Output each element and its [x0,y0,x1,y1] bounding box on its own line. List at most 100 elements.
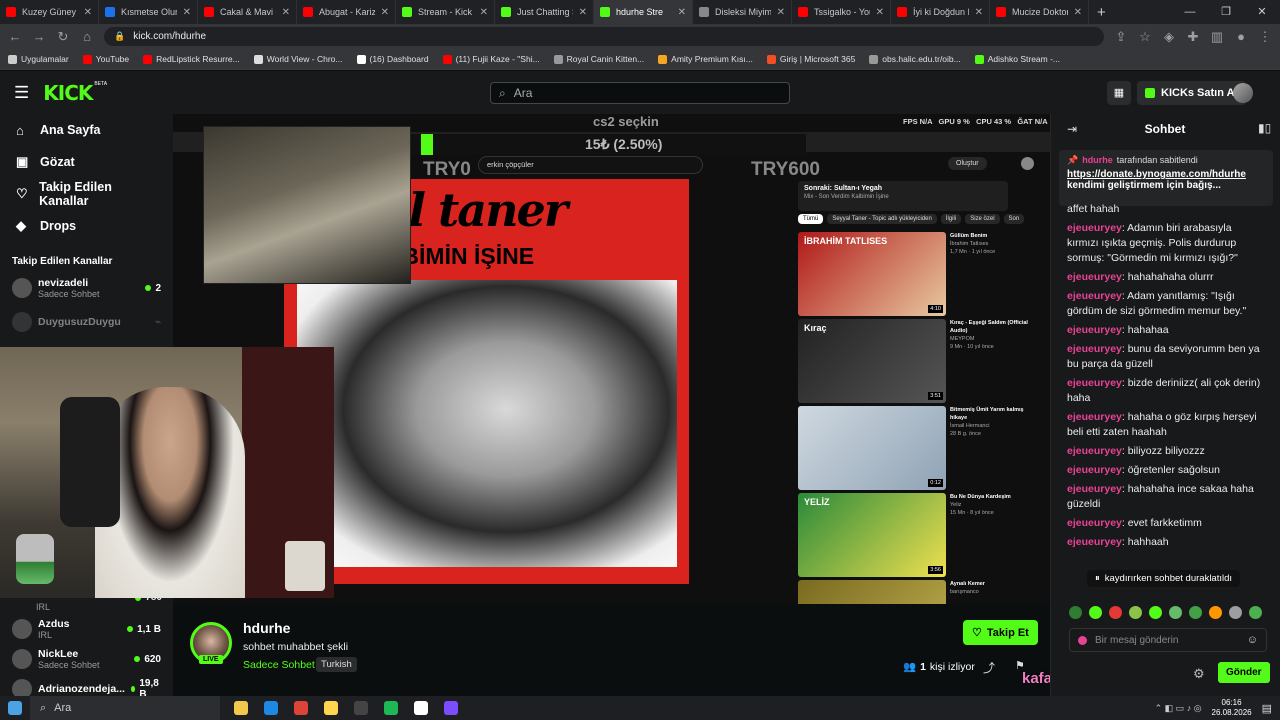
new-tab-button[interactable]: + [1089,0,1114,24]
forward-icon[interactable]: → [32,29,46,44]
bookmark-item[interactable]: RedLipstick Resurre... [143,54,240,64]
bookmark-item[interactable]: (11) Fujii Kaze - "Shi... [442,54,540,64]
bookmark-item[interactable]: World View - Chro... [253,54,343,64]
close-window-button[interactable]: ✕ [1244,0,1280,24]
chrome-icon[interactable] [286,696,316,720]
tab-close-icon[interactable]: ✕ [777,7,785,18]
start-icon[interactable] [0,696,30,720]
share-icon[interactable]: ⇪ [1114,29,1128,45]
hamburger-menu-icon[interactable]: ☰ [14,83,29,103]
emote-icon[interactable] [1109,606,1122,619]
emote-icon[interactable] [1149,606,1162,619]
emote-icon[interactable] [1209,606,1222,619]
language-tag[interactable]: Turkish [316,657,357,672]
extension-icon[interactable]: ◈ [1162,29,1176,45]
browser-tab[interactable]: Kısmetse Olur: A ✕ [99,0,198,24]
recommended-channel[interactable]: Azdus IRL 1,1 B [0,614,173,644]
taskbar-search[interactable]: ⌕ Ara [30,696,220,720]
tab-close-icon[interactable]: ✕ [678,7,686,18]
emote-icon[interactable] [1189,606,1202,619]
chat-username[interactable]: ejeueuryey [1067,377,1122,389]
chat-username[interactable]: ejeueuryey [1067,324,1122,336]
chat-username[interactable]: ejeueuryey [1067,290,1122,302]
extensions-puzzle-icon[interactable]: ✚ [1186,29,1200,45]
browser-tab[interactable]: Disleksi Miyim ✕ [693,0,792,24]
browser-tab[interactable]: Mucize Doktor ✕ [990,0,1089,24]
user-avatar[interactable] [1233,83,1253,103]
chat-input[interactable]: Bir mesaj gönderin ☺ [1069,628,1267,652]
chat-message[interactable]: affet hahah [1051,200,1279,219]
address-bar[interactable]: 🔒 kick.com/hdurhe [104,27,1104,46]
tab-close-icon[interactable]: ✕ [84,7,92,18]
chat-username[interactable]: ejeueuryey [1067,536,1122,548]
tab-close-icon[interactable]: ✕ [183,7,191,18]
emote-icon[interactable] [1229,606,1242,619]
file-explorer-icon[interactable] [226,696,256,720]
browser-tab[interactable]: Stream - Kick D ✕ [396,0,495,24]
emote-icon[interactable] [1089,606,1102,619]
minimize-button[interactable]: — [1172,0,1208,24]
chat-settings-icon[interactable]: ⚙ [1193,666,1205,682]
layout-toggle-button[interactable]: ▦ [1107,81,1131,105]
recommended-channel[interactable]: NickLee Sadece Sohbet 620 [0,644,173,674]
emoji-icon[interactable]: ☺ [1247,634,1258,646]
bookmark-item[interactable]: Giriş | Microsoft 365 [766,54,855,64]
chat-paused-notice[interactable]: ⏸ kaydırırken sohbet duraklatıldı [1087,570,1241,587]
spotify-icon[interactable] [376,696,406,720]
followed-channel[interactable]: DuygusuzDuygu ⌁ [0,305,173,339]
tab-close-icon[interactable]: ✕ [1074,7,1082,18]
nav-item-home[interactable]: ⌂ Ana Sayfa [0,114,173,146]
chat-username[interactable]: ejeueuryey [1067,222,1122,234]
emote-icon[interactable] [1169,606,1182,619]
chat-message[interactable]: ejeueuryey: biliyozz biliyozzz [1051,442,1279,461]
discord-icon[interactable] [436,696,466,720]
chat-message[interactable]: ejeueuryey: Adamın biri arabasıyla kırmı… [1051,219,1279,268]
browser-tab[interactable]: Cakal & Mavi - ✕ [198,0,297,24]
tab-close-icon[interactable]: ✕ [381,7,389,18]
obs-icon[interactable] [346,696,376,720]
chat-username[interactable]: ejeueuryey [1067,464,1122,476]
followed-channel[interactable]: nevizadeli Sadece Sohbet 2 [0,271,173,305]
notes-icon[interactable] [316,696,346,720]
bookmark-item[interactable]: Royal Canin Kitten... [553,54,644,64]
search-input[interactable]: ⌕ Ara [490,82,790,104]
nav-item-browse[interactable]: ▣ Gözat [0,146,173,178]
notification-icon[interactable]: ▤ [1262,702,1272,715]
browser-tab[interactable]: Abugat - Karizm ✕ [297,0,396,24]
chat-username[interactable]: ejeueuryey [1067,411,1122,423]
sidebar-toggle-icon[interactable]: ▥ [1210,29,1224,45]
edge-icon[interactable] [256,696,286,720]
channel-name[interactable]: hdurhe [243,620,290,636]
profile-icon[interactable]: ● [1234,29,1248,44]
buy-kicks-button[interactable]: KICKs Satın Al [1137,81,1246,105]
chat-message[interactable]: ejeueuryey: hahahaha ince sakaa haha güz… [1051,480,1279,514]
chat-username[interactable]: ejeueuryey [1067,517,1122,529]
tab-close-icon[interactable]: ✕ [579,7,587,18]
chat-leaderboard-icon[interactable]: ▮▯ [1258,121,1271,135]
chat-message[interactable]: ejeueuryey: bizde deriniizz( ali çok der… [1051,374,1279,408]
bookmark-item[interactable]: obs.halic.edu.tr/oib... [869,54,961,64]
chat-username[interactable]: ejeueuryey [1067,271,1122,283]
pinned-message[interactable]: 📌 hdurhe tarafından sabitlendi https://d… [1059,150,1273,206]
home-icon[interactable]: ⌂ [80,29,94,44]
chat-message[interactable]: ejeueuryey: evet farkketimm [1051,514,1279,533]
tab-close-icon[interactable]: ✕ [282,7,290,18]
bookmark-item[interactable]: Uygulamalar [8,54,69,64]
browser-tab[interactable]: İyi ki Doğdun Ir ✕ [891,0,990,24]
chat-message[interactable]: ejeueuryey: hahahahaha olurrr [1051,268,1279,287]
back-icon[interactable]: ← [8,29,22,44]
system-tray-icons[interactable]: ⌃ ◧ ▭ ♪ ◎ [1155,703,1202,714]
pinned-link[interactable]: https://donate.bynogame.com/hdurhe [1067,169,1265,180]
emote-picker-icon[interactable] [1078,635,1087,645]
browser-tab[interactable]: Just Chatting St ✕ [495,0,594,24]
browser-tab[interactable]: hdurhe Stre ✕ [594,0,693,24]
stream-category[interactable]: Sadece Sohbet [243,659,315,671]
reload-icon[interactable]: ↻ [56,29,70,45]
tab-close-icon[interactable]: ✕ [480,7,488,18]
bookmark-item[interactable]: (16) Dashboard [356,54,429,64]
bookmark-item[interactable]: Adishko Stream -... [974,54,1060,64]
chat-username[interactable]: ejeueuryey [1067,343,1122,355]
chat-username[interactable]: ejeueuryey [1067,445,1122,457]
chat-message[interactable]: ejeueuryey: hahahaa [1051,321,1279,340]
clock[interactable]: 06:16 26.08.2026 [1212,698,1252,718]
